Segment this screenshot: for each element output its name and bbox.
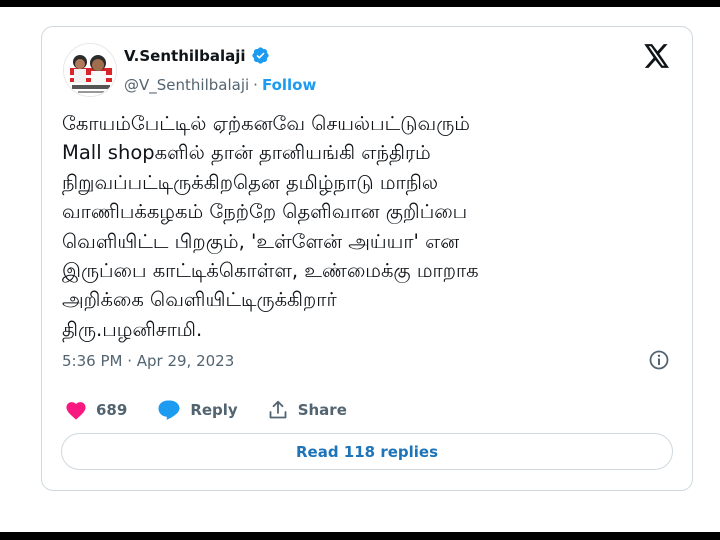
tweet-actions: 689 Reply Share — [65, 399, 347, 421]
share-button[interactable]: Share — [267, 399, 347, 421]
avatar[interactable] — [63, 43, 117, 97]
like-button[interactable]: 689 — [65, 400, 127, 420]
heart-icon — [66, 402, 86, 420]
tweet-timestamp[interactable]: 5:36 PM · Apr 29, 2023 — [62, 352, 234, 370]
read-replies-button[interactable]: Read 118 replies — [61, 433, 673, 470]
author-handle[interactable]: @V_Senthilbalaji — [124, 76, 249, 94]
share-label: Share — [297, 401, 347, 419]
x-logo-icon[interactable] — [644, 44, 670, 72]
reply-label: Reply — [190, 401, 238, 419]
share-icon — [269, 400, 287, 419]
reply-bubble-icon — [158, 400, 180, 420]
follow-button[interactable]: Follow — [262, 76, 316, 94]
author-handle-row: @V_Senthilbalaji · Follow — [124, 76, 316, 94]
embedded-tweet-card: V.Senthilbalaji @V_Senthilbalaji · Follo… — [41, 26, 693, 491]
like-count: 689 — [96, 401, 128, 419]
author-display-name[interactable]: V.Senthilbalaji — [124, 47, 246, 65]
verified-badge-icon — [251, 46, 270, 65]
avatar-image — [64, 44, 116, 96]
info-icon[interactable] — [648, 349, 670, 375]
reply-button[interactable]: Reply — [157, 399, 238, 421]
tweet-text: கோயம்பேட்டில் ஏற்கனவே செயல்பட்டுவரும் Ma… — [62, 112, 479, 341]
separator-dot: · — [253, 76, 258, 94]
top-black-bar — [0, 0, 720, 7]
author-name-row: V.Senthilbalaji — [124, 46, 270, 65]
bottom-black-bar — [0, 532, 720, 540]
